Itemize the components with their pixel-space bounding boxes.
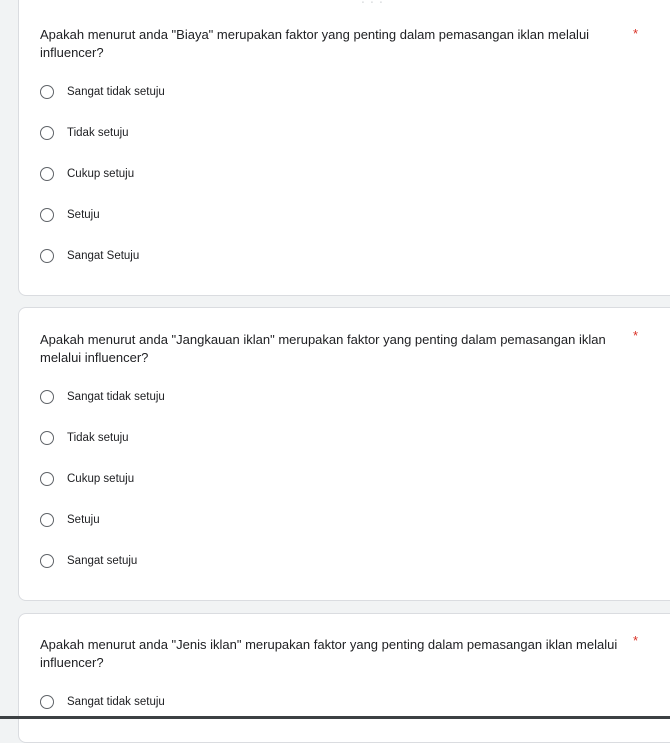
- radio-button-icon[interactable]: [40, 513, 54, 527]
- radio-button-icon[interactable]: [40, 208, 54, 222]
- question-title: Apakah menurut anda "Jangkauan iklan" me…: [40, 332, 606, 365]
- option-label: Sangat Setuju: [67, 250, 140, 262]
- radio-button-icon[interactable]: [40, 126, 54, 140]
- required-asterisk: *: [633, 26, 639, 41]
- option-label: Sangat tidak setuju: [67, 86, 165, 98]
- option-label: Cukup setuju: [67, 168, 135, 180]
- drag-handle-icon[interactable]: ⋮⋮⋮: [359, 0, 385, 6]
- option-label: Cukup setuju: [67, 473, 135, 485]
- radio-option[interactable]: Cukup setuju: [40, 470, 134, 488]
- radio-option[interactable]: Cukup setuju: [40, 165, 134, 183]
- option-label: Tidak setuju: [67, 432, 129, 444]
- radio-button-icon[interactable]: [40, 472, 54, 486]
- radio-button-icon[interactable]: [40, 249, 54, 263]
- radio-option[interactable]: Sangat tidak setuju: [40, 388, 165, 406]
- question-card-biaya: ⋮⋮⋮ Apakah menurut anda "Biaya" merupaka…: [18, 0, 670, 296]
- option-label: Tidak setuju: [67, 127, 129, 139]
- radio-option[interactable]: Tidak setuju: [40, 124, 129, 142]
- radio-option[interactable]: Setuju: [40, 511, 100, 529]
- radio-button-icon[interactable]: [40, 167, 54, 181]
- radio-option[interactable]: Sangat Setuju: [40, 247, 139, 265]
- option-label: Sangat setuju: [67, 555, 138, 567]
- option-label: Sangat tidak setuju: [67, 696, 165, 708]
- option-label: Setuju: [67, 209, 100, 221]
- question-title: Apakah menurut anda "Biaya" merupakan fa…: [40, 27, 590, 60]
- question-card-jangkauan-iklan: Apakah menurut anda "Jangkauan iklan" me…: [18, 307, 670, 601]
- radio-button-icon[interactable]: [40, 695, 54, 709]
- radio-button-icon[interactable]: [40, 431, 54, 445]
- radio-button-icon[interactable]: [40, 390, 54, 404]
- question-card-jenis-iklan: Apakah menurut anda "Jenis iklan" merupa…: [18, 613, 670, 743]
- required-asterisk: *: [633, 328, 639, 343]
- radio-option[interactable]: Sangat tidak setuju: [40, 693, 165, 711]
- radio-option[interactable]: Tidak setuju: [40, 429, 129, 447]
- radio-button-icon[interactable]: [40, 554, 54, 568]
- radio-option[interactable]: Setuju: [40, 206, 100, 224]
- question-title: Apakah menurut anda "Jenis iklan" merupa…: [40, 637, 618, 670]
- radio-option[interactable]: Sangat tidak setuju: [40, 83, 165, 101]
- radio-option[interactable]: Sangat setuju: [40, 552, 137, 570]
- option-label: Setuju: [67, 514, 100, 526]
- page-margin: [0, 0, 8, 719]
- option-label: Sangat tidak setuju: [67, 391, 165, 403]
- radio-button-icon[interactable]: [40, 85, 54, 99]
- required-asterisk: *: [633, 633, 639, 648]
